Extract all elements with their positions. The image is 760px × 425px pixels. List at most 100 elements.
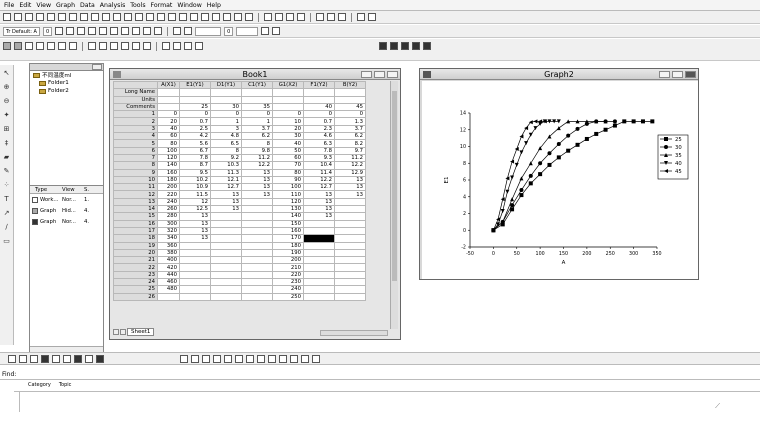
column-header[interactable]: G1(X2) [272,80,304,90]
data-reader-icon[interactable]: ⊞ [4,125,10,133]
row-number[interactable]: 12 [113,190,158,199]
column-error-icon[interactable] [121,42,129,50]
data-selector-icon[interactable]: ‡ [5,139,9,147]
cell[interactable] [179,241,211,250]
cell[interactable]: 12.7 [210,183,242,192]
cell[interactable]: 0.7 [303,117,335,126]
align-horizontal-icon[interactable] [290,354,298,363]
close-button[interactable] [685,71,696,78]
cell[interactable] [210,226,242,236]
align-top-icon[interactable] [257,354,265,363]
cell[interactable]: 9.5 [179,168,211,177]
cell[interactable]: 13 [210,197,242,207]
maximize-button[interactable] [374,71,385,78]
cell[interactable] [157,88,180,97]
copy-icon[interactable] [327,13,335,21]
rescale-icon[interactable] [3,42,11,50]
menu-item[interactable]: Help [207,2,221,9]
cell[interactable]: 120 [157,153,180,163]
row-number[interactable]: 5 [113,139,158,148]
fill-color-icon[interactable] [173,27,182,35]
maximize-button[interactable] [672,71,683,78]
row-number[interactable]: 26 [113,292,158,301]
sort-icon[interactable] [184,42,192,50]
column-header[interactable]: C1(Y1) [241,80,273,90]
new-matrix-icon[interactable] [36,13,44,21]
row-number[interactable]: 21 [113,256,158,265]
group-icon[interactable] [213,354,221,363]
row-number[interactable]: 3 [113,124,158,134]
cell[interactable]: 180 [272,241,304,250]
cell[interactable]: 0 [272,110,304,119]
area-plot-icon[interactable] [52,354,60,363]
cell[interactable]: 3.7 [334,124,366,134]
column-label-icon[interactable] [132,42,140,50]
cell[interactable]: 11.4 [303,168,335,177]
cell[interactable]: 100 [272,183,304,192]
cell[interactable]: 7.8 [303,146,335,155]
cell[interactable]: 30 [210,102,242,112]
cell[interactable] [303,219,335,228]
cell[interactable]: 0 [179,110,211,119]
set-column-values-icon[interactable] [162,42,170,50]
3d-plot-icon[interactable] [74,354,82,363]
cell[interactable]: 190 [272,248,304,258]
cell[interactable] [210,88,242,97]
row-number[interactable]: 15 [113,212,158,221]
ungroup-icon[interactable] [224,354,232,363]
greek-icon[interactable] [110,27,119,35]
cell[interactable]: 25 [179,102,211,112]
cell[interactable] [179,285,211,294]
back-icon[interactable] [202,354,210,363]
menu-item[interactable]: File [4,2,14,9]
cell[interactable] [210,212,242,221]
cell[interactable]: 13 [303,190,335,199]
statistics-plot-icon[interactable] [85,354,93,363]
align-bottom-icon[interactable] [268,354,276,363]
cell[interactable]: 13 [303,197,335,207]
row-label[interactable]: Long Name [113,88,158,97]
cell[interactable]: 0.7 [179,117,211,126]
cell[interactable] [210,219,242,228]
close-icon[interactable] [92,64,102,70]
cell[interactable]: 40 [272,139,304,148]
command-window-icon[interactable] [286,13,294,21]
add-column-icon[interactable] [357,13,365,21]
column-header[interactable]: D1(Y1) [210,80,242,90]
cell[interactable]: 110 [272,190,304,199]
zoom-icon[interactable] [14,42,22,50]
column-plot-icon[interactable] [41,354,49,363]
cell[interactable]: 12.2 [241,161,273,170]
same-height-icon[interactable] [312,354,320,363]
list-item[interactable]: Graph Hid... 4. [30,205,103,216]
duplicate-icon[interactable] [212,13,220,21]
topic-tab[interactable]: Topic [59,382,72,391]
cell[interactable]: 4.6 [303,132,335,141]
scatter-plot-icon[interactable] [19,354,27,363]
cell[interactable]: 12.2 [334,161,366,170]
cell[interactable]: 1 [210,117,242,126]
cell[interactable] [210,292,242,301]
horizontal-scrollbar[interactable] [320,330,388,336]
selected-cell[interactable] [303,234,335,243]
cell[interactable] [334,248,366,258]
resize-grip-icon[interactable]: ⟋ [715,402,720,411]
cell[interactable]: 8 [241,139,273,148]
cell[interactable] [334,226,366,236]
line-width-select[interactable]: 0 [224,26,234,36]
cell[interactable]: 420 [157,263,180,272]
cell[interactable] [241,263,273,272]
cell[interactable] [210,256,242,265]
import-icon[interactable] [135,13,143,21]
new-workbook-icon[interactable] [14,13,22,21]
cell[interactable] [241,241,273,250]
object-edit-icon[interactable] [180,354,188,363]
cell[interactable]: 360 [157,241,180,250]
cell[interactable]: 0 [334,110,366,119]
row-number[interactable]: 18 [113,234,158,243]
cell[interactable] [303,226,335,236]
cell[interactable] [303,270,335,280]
cell[interactable]: 130 [272,205,304,214]
cell[interactable]: 8 [210,146,242,155]
cell[interactable] [334,256,366,265]
